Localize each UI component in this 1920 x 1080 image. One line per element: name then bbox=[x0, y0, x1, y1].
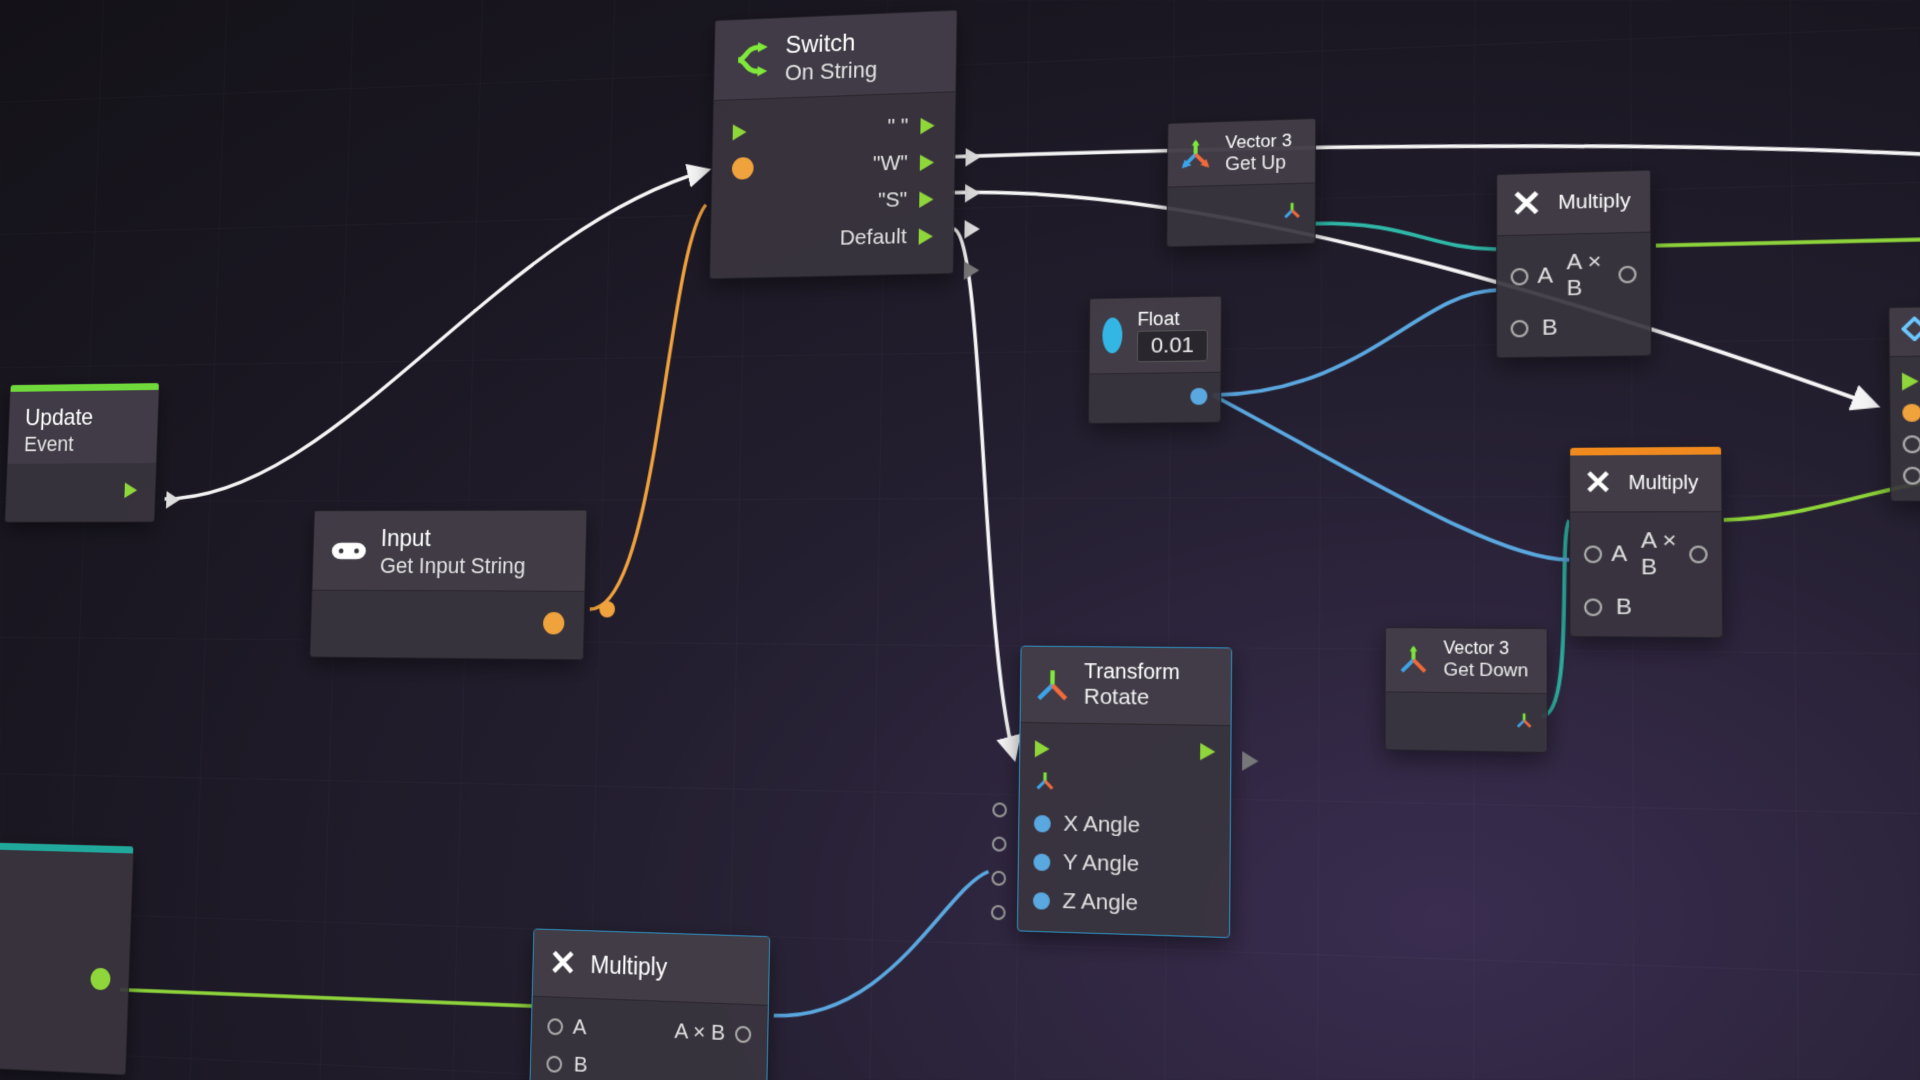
node-transform-rotate[interactable]: Transform Rotate X Angle Y Angle bbox=[1017, 646, 1232, 939]
node-partial-bottom-left[interactable] bbox=[0, 842, 134, 1076]
exec-out-icon[interactable] bbox=[919, 191, 933, 208]
node-subtitle: Rotate bbox=[1084, 684, 1180, 711]
exec-out-icon[interactable] bbox=[1200, 743, 1215, 761]
node-multiply-lower[interactable]: ✕ Multiply A A × B B bbox=[1569, 446, 1723, 639]
float-icon bbox=[1102, 318, 1122, 354]
node-title: Multiply bbox=[590, 951, 667, 982]
string-out-pin[interactable] bbox=[543, 612, 565, 635]
exec-in-icon[interactable] bbox=[1035, 740, 1050, 757]
node-vector3-get-up[interactable]: Vector 3 Get Up bbox=[1166, 118, 1316, 248]
pin[interactable] bbox=[1903, 435, 1920, 453]
axes-icon bbox=[1035, 668, 1069, 702]
pin-out[interactable] bbox=[1618, 266, 1636, 284]
label-ab: A × B bbox=[1567, 249, 1610, 302]
exec-in-icon[interactable] bbox=[733, 124, 747, 141]
node-subtitle: Get Input String bbox=[380, 553, 526, 579]
node-set-partial[interactable]: Se bbox=[1888, 305, 1920, 502]
pin-y[interactable] bbox=[1033, 854, 1050, 872]
label-a: A bbox=[1537, 263, 1553, 289]
pin-a[interactable] bbox=[1511, 268, 1529, 286]
node-subtitle: Event bbox=[24, 431, 93, 456]
node-float-constant[interactable]: Float 0.01 bbox=[1088, 296, 1222, 424]
pin-b[interactable] bbox=[1584, 598, 1602, 616]
node-get-input-string[interactable]: Input Get Input String bbox=[309, 510, 587, 661]
label-y-angle: Y Angle bbox=[1063, 850, 1140, 878]
exec-in-icon[interactable] bbox=[1902, 372, 1919, 390]
label-ab: A × B bbox=[674, 1019, 725, 1046]
node-vector3-get-down[interactable]: Vector 3 Get Down bbox=[1384, 627, 1548, 753]
label-a: A bbox=[1611, 541, 1627, 568]
branch-icon bbox=[732, 39, 772, 81]
node-title: Float bbox=[1137, 307, 1208, 330]
label-z-angle: Z Angle bbox=[1062, 889, 1138, 917]
node-subtitle: On String bbox=[785, 56, 878, 85]
vec3-mini-icon bbox=[1034, 770, 1055, 798]
node-subtitle: Get Up bbox=[1225, 151, 1292, 175]
out-pin[interactable] bbox=[90, 968, 111, 991]
node-multiply-upper[interactable]: ✕ Multiply A A × B B bbox=[1496, 170, 1652, 359]
string-in-pin[interactable] bbox=[732, 157, 754, 180]
axes-icon bbox=[1399, 646, 1428, 675]
pin-x[interactable] bbox=[1034, 815, 1051, 833]
multiply-icon: ✕ bbox=[549, 942, 578, 984]
vec3-mini-icon bbox=[1282, 201, 1301, 227]
pin-a[interactable] bbox=[1584, 546, 1602, 564]
diamond-icon bbox=[1901, 316, 1920, 347]
case-label: "W" bbox=[873, 151, 908, 177]
case-label: "S" bbox=[878, 188, 908, 213]
gamepad-icon bbox=[330, 531, 368, 571]
exec-out-icon[interactable] bbox=[920, 117, 934, 134]
node-title: Multiply bbox=[1628, 471, 1698, 494]
pin[interactable] bbox=[1903, 467, 1920, 485]
vec3-mini-icon bbox=[1515, 709, 1533, 736]
case-label: " " bbox=[887, 114, 908, 139]
node-title: Switch bbox=[785, 28, 878, 60]
node-title: Input bbox=[380, 525, 526, 553]
multiply-icon: ✕ bbox=[1584, 464, 1613, 503]
multiply-icon: ✕ bbox=[1511, 182, 1543, 226]
node-update-event[interactable]: Update Event bbox=[4, 382, 159, 522]
blueprint-canvas[interactable]: Update Event Input Get Input String bbox=[0, 0, 1920, 1080]
label-a: A bbox=[572, 1015, 586, 1041]
pin-b[interactable] bbox=[1511, 320, 1529, 338]
pin-out[interactable] bbox=[1689, 546, 1708, 564]
pin-z[interactable] bbox=[1033, 892, 1050, 910]
pin-out[interactable] bbox=[735, 1026, 751, 1044]
node-title: Vector 3 bbox=[1225, 130, 1292, 153]
label-b: B bbox=[1616, 594, 1632, 621]
label-x-angle: X Angle bbox=[1063, 812, 1140, 840]
float-value-input[interactable]: 0.01 bbox=[1137, 329, 1208, 362]
pin[interactable] bbox=[1902, 404, 1920, 422]
exec-out-icon[interactable] bbox=[124, 482, 137, 498]
float-out-pin[interactable] bbox=[1190, 388, 1207, 405]
label-ab: A × B bbox=[1641, 528, 1680, 581]
node-title: Vector 3 bbox=[1443, 639, 1528, 660]
label-b: B bbox=[1542, 315, 1558, 341]
node-subtitle: Get Down bbox=[1443, 659, 1528, 681]
default-label: Default bbox=[840, 225, 907, 251]
node-multiply-bottom[interactable]: ✕ Multiply A A × B B bbox=[529, 928, 770, 1080]
node-title: Transform bbox=[1084, 660, 1180, 686]
label-b: B bbox=[574, 1053, 588, 1079]
node-switch-on-string[interactable]: Switch On String " " "W" bbox=[709, 10, 957, 280]
node-title: Update bbox=[25, 404, 94, 431]
pin-a[interactable] bbox=[547, 1018, 563, 1035]
exec-out-icon[interactable] bbox=[920, 154, 934, 171]
exec-out-icon[interactable] bbox=[919, 228, 933, 245]
node-title: Multiply bbox=[1558, 190, 1631, 216]
axes-icon bbox=[1181, 139, 1211, 169]
pin-b[interactable] bbox=[546, 1056, 562, 1073]
